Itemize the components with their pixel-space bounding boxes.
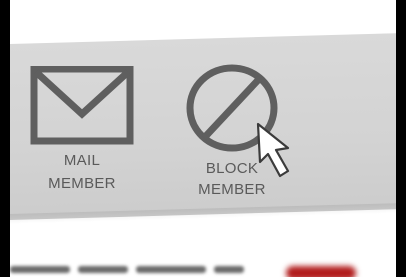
blurred-red-element xyxy=(286,266,356,277)
screen: MAIL MEMBER BLOCK MEMBER xyxy=(10,0,396,277)
block-member-label-line2: MEMBER xyxy=(198,181,266,198)
mail-member-label-line2: MEMBER xyxy=(48,175,116,192)
envelope-icon xyxy=(30,66,134,145)
pointer-arrow-icon xyxy=(256,122,290,178)
mail-member-button[interactable]: MAIL MEMBER xyxy=(30,66,134,192)
mail-member-label-line1: MAIL xyxy=(63,152,101,169)
